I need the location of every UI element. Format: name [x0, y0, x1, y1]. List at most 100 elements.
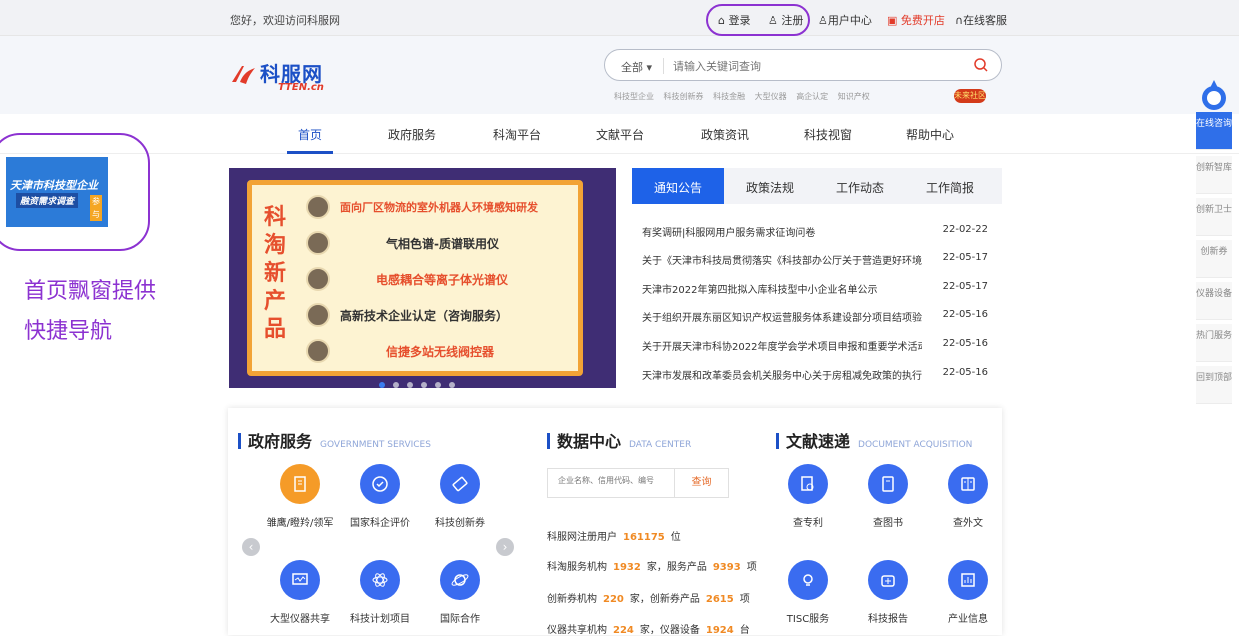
- stat-line: 科服网注册用户 161175 位: [547, 532, 681, 543]
- data-center-title: 数据中心 DATA CENTER: [547, 428, 691, 452]
- nav-ketao[interactable]: 科淘平台: [493, 126, 541, 143]
- sidebar-back-to-top[interactable]: 回到顶部: [1196, 366, 1232, 404]
- notice-item[interactable]: 天津市2022年第四批拟入库科技型中小企业名单公示 22-05-17: [642, 281, 992, 297]
- check-icon: [360, 464, 400, 504]
- banner-product-item[interactable]: 面向厂区物流的室外机器人环境感知研发: [306, 195, 576, 221]
- search-input[interactable]: [673, 57, 953, 75]
- sidebar-voucher[interactable]: 创新券: [1196, 240, 1232, 278]
- service-evaluation[interactable]: 国家科企评价: [340, 464, 420, 529]
- banner-product-item[interactable]: 气相色谱-质谱联用仪: [306, 231, 576, 257]
- tab-regulations[interactable]: 政策法规: [746, 179, 794, 196]
- nav-home[interactable]: 首页: [298, 126, 322, 143]
- service-tech-plan[interactable]: 科技计划项目: [340, 560, 420, 625]
- title-bar: [776, 433, 779, 449]
- search-category-select[interactable]: 全部 ▾: [621, 59, 652, 75]
- nav-literature[interactable]: 文献平台: [596, 126, 644, 143]
- notice-panel: 通知公告 政策法规 工作动态 工作简报 有奖调研|科服网用户服务需求征询问卷 22…: [632, 168, 1002, 390]
- hot-keyword[interactable]: 大型仪器: [755, 92, 787, 101]
- document-icon: [948, 464, 988, 504]
- query-button[interactable]: 查询: [674, 469, 728, 497]
- hot-keyword[interactable]: 高企认定: [796, 92, 828, 101]
- gov-services-title: 政府服务 GOVERNMENT SERVICES: [238, 428, 431, 452]
- carousel-dot[interactable]: [379, 382, 385, 388]
- search-icon[interactable]: [973, 57, 989, 73]
- doc-industry[interactable]: 产业信息: [928, 560, 1008, 625]
- logo-domain: TTEN.cn: [278, 82, 324, 93]
- notice-item[interactable]: 关于《天津市科技局贯彻落实《科技部办公厅关于营造更好环境支... 22-05-17: [642, 252, 992, 268]
- stat-line: 科淘服务机构 1932 家，服务产品 9393 项: [547, 562, 757, 573]
- prev-arrow-icon[interactable]: ‹: [242, 538, 260, 556]
- tab-notices[interactable]: 通知公告: [654, 179, 702, 196]
- product-thumbnail: [306, 231, 330, 255]
- sidebar-think-tank[interactable]: 创新智库: [1196, 156, 1232, 194]
- atom-icon: [360, 560, 400, 600]
- banner-product-item[interactable]: 电感耦合等离子体光谱仪: [306, 267, 576, 293]
- service-instruments[interactable]: 大型仪器共享: [260, 560, 340, 625]
- sidebar-instruments[interactable]: 仪器设备: [1196, 282, 1232, 320]
- enterprise-search-input[interactable]: [558, 476, 678, 485]
- document-search-icon: [788, 464, 828, 504]
- next-arrow-icon[interactable]: ›: [496, 538, 514, 556]
- book-icon: [868, 464, 908, 504]
- plus-bag-icon: [868, 560, 908, 600]
- carousel-dot[interactable]: [435, 382, 441, 388]
- logo-mark-icon: [232, 66, 255, 84]
- main-nav: 首页 政府服务 科淘平台 文献平台 政策资讯 科技视窗 帮助中心: [0, 114, 1239, 154]
- header: 科服网 TTEN.cn 全部 ▾ 科技型企业 科技创新券 科技金融 大型仪器 高…: [0, 36, 1239, 114]
- user-icon: ♙: [818, 14, 828, 27]
- nav-gov-services[interactable]: 政府服务: [388, 126, 436, 143]
- carousel-dot[interactable]: [421, 382, 427, 388]
- mascot-icon: [1202, 80, 1226, 110]
- promo-badge[interactable]: 未来社区: [954, 89, 986, 103]
- title-bar: [238, 433, 241, 449]
- data-center-search: 查询: [547, 468, 729, 498]
- carousel-dot[interactable]: [393, 382, 399, 388]
- tab-work-news[interactable]: 工作动态: [836, 179, 884, 196]
- nav-tech-window[interactable]: 科技视窗: [804, 126, 852, 143]
- bar-chart-icon: [948, 560, 988, 600]
- nav-help[interactable]: 帮助中心: [906, 126, 954, 143]
- banner-panel: 科 淘 新 产 品 面向厂区物流的室外机器人环境感知研发 气相色谱-质谱联用仪 …: [247, 180, 583, 376]
- hot-keyword[interactable]: 科技型企业: [614, 92, 654, 101]
- notice-item[interactable]: 天津市发展和改革委员会机关服务中心关于房租减免政策的执行办法 22-05-16: [642, 367, 992, 383]
- shop-icon: ▣: [887, 14, 898, 27]
- service-international[interactable]: 国际合作: [420, 560, 500, 625]
- hot-keywords: 科技型企业 科技创新券 科技金融 大型仪器 高企认定 知识产权: [614, 91, 877, 102]
- service-talent[interactable]: 雏鹰/瞪羚/领军: [260, 464, 340, 529]
- banner-product-item[interactable]: 信捷多站无线阀控器: [306, 339, 576, 365]
- title-bar: [547, 433, 550, 449]
- doc-report[interactable]: 科技报告: [848, 560, 928, 625]
- hot-keyword[interactable]: 科技金融: [713, 92, 745, 101]
- carousel-dot[interactable]: [449, 382, 455, 388]
- doc-tisc[interactable]: TISC服务: [768, 560, 848, 625]
- monitor-icon: [280, 560, 320, 600]
- hot-keyword[interactable]: 知识产权: [838, 92, 870, 101]
- free-shop-link[interactable]: ▣ 免费开店: [887, 12, 945, 28]
- online-service-link[interactable]: ∩在线客服: [955, 12, 1007, 28]
- doc-patent[interactable]: 查专利: [768, 464, 848, 529]
- search-box: 全部 ▾: [604, 49, 1002, 81]
- user-center-link[interactable]: ♙用户中心: [818, 12, 872, 28]
- sidebar-guardian[interactable]: 创新卫士: [1196, 198, 1232, 236]
- product-thumbnail: [306, 195, 330, 219]
- doc-acq-title: 文献速递 DOCUMENT ACQUISITION: [776, 428, 972, 452]
- ticket-icon: [440, 464, 480, 504]
- sidebar-hot-services[interactable]: 热门服务: [1196, 324, 1232, 362]
- lightbulb-icon: [788, 560, 828, 600]
- notice-tabs: 通知公告 政策法规 工作动态 工作简报: [632, 168, 1002, 204]
- hot-keyword[interactable]: 科技创新券: [664, 92, 704, 101]
- banner-product-item[interactable]: 高新技术企业认定（咨询服务）: [306, 303, 576, 329]
- tab-briefings[interactable]: 工作简报: [926, 179, 974, 196]
- doc-books[interactable]: 查图书: [848, 464, 928, 529]
- notice-item[interactable]: 关于组织开展东丽区知识产权运营服务体系建设部分项目结项验收... 22-05-16: [642, 309, 992, 325]
- service-voucher[interactable]: 科技创新券: [420, 464, 500, 529]
- notice-item[interactable]: 关于开展天津市科协2022年度学会学术项目申报和重要学术活动征... 22-05-…: [642, 338, 992, 354]
- site-logo[interactable]: 科服网 TTEN.cn: [230, 56, 340, 96]
- doc-foreign[interactable]: 查外文: [928, 464, 1008, 529]
- nav-policy[interactable]: 政策资讯: [701, 126, 749, 143]
- notice-item[interactable]: 有奖调研|科服网用户服务需求征询问卷 22-02-22: [642, 224, 992, 240]
- sidebar-online-consult[interactable]: 在线咨询: [1196, 112, 1232, 150]
- carousel-dot[interactable]: [407, 382, 413, 388]
- product-thumbnail: [306, 303, 330, 327]
- product-banner[interactable]: 科 淘 新 产 品 面向厂区物流的室外机器人环境感知研发 气相色谱-质谱联用仪 …: [229, 168, 616, 388]
